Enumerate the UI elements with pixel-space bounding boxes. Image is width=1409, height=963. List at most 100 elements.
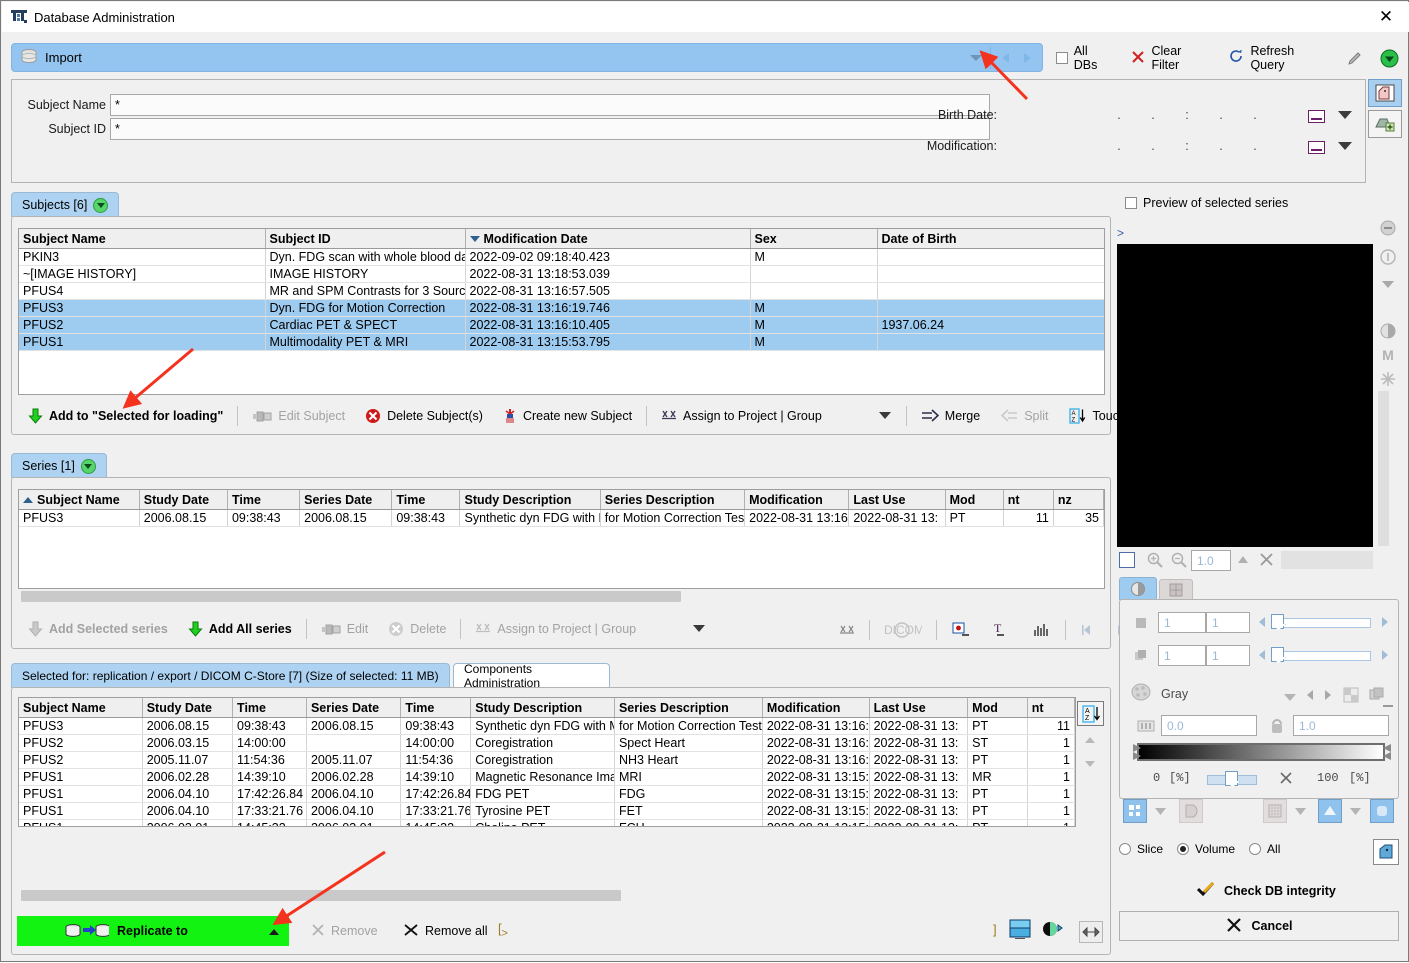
column-header[interactable]: Mod <box>945 490 1004 510</box>
table-row[interactable]: PFUS3 2006.08.15 09:38:43 2006.08.15 09:38:4… <box>19 509 1104 527</box>
preview-selected-series-checkbox[interactable]: Preview of selected series <box>1116 191 1297 215</box>
scroll-up-icon[interactable] <box>1083 734 1097 749</box>
column-header[interactable]: Time <box>227 490 301 510</box>
birth-date-picker-icon[interactable] <box>1308 110 1325 123</box>
info-icon[interactable] <box>1378 247 1398 267</box>
column-header[interactable]: Last Use <box>869 698 969 718</box>
measure-button[interactable] <box>1318 799 1342 823</box>
table-row[interactable]: ~[IMAGE HISTORY] IMAGE HISTORY 2022-08-31 … <box>19 265 1104 283</box>
column-header[interactable]: Series Description <box>600 490 746 510</box>
column-header[interactable]: Study Description <box>470 698 615 718</box>
all-dbs-checkbox[interactable]: All DBs <box>1047 44 1122 72</box>
selected-table[interactable]: Subject Name Study Date Time Series Date Tim… <box>18 697 1076 827</box>
column-header[interactable]: Date of Birth <box>877 229 1104 249</box>
column-header[interactable]: Study Date <box>139 490 228 510</box>
radio-slice[interactable] <box>1119 843 1131 855</box>
import-collapse-icon[interactable] <box>965 46 987 70</box>
remove-all-button[interactable]: Remove all <box>393 918 498 944</box>
merge-button[interactable]: Merge <box>911 403 990 429</box>
volume-next-icon[interactable] <box>1380 649 1390 664</box>
column-header[interactable]: nz <box>1053 490 1104 510</box>
delete-subject-s-button[interactable]: Delete Subject(s) <box>355 403 493 429</box>
column-header[interactable]: Last Use <box>848 490 946 510</box>
radio-all[interactable] <box>1249 843 1262 855</box>
column-header[interactable]: Modification <box>762 698 870 718</box>
grid-layout-button[interactable] <box>1123 799 1147 823</box>
column-header[interactable]: Series Date <box>306 698 402 718</box>
window-level-icon[interactable] <box>941 617 981 643</box>
zoom-up-icon[interactable] <box>1236 554 1250 568</box>
table-row[interactable]: PFUS1 Multimodality PET & MRI 2022-08-31 1… <box>19 333 1104 351</box>
tab-selected-for[interactable]: Selected for: replication / export / DIC… <box>11 663 450 688</box>
contrast-rail-icon[interactable] <box>1378 321 1398 341</box>
column-header[interactable]: Mod <box>967 698 1028 718</box>
table-row[interactable]: PFUS12006.03.0114:45:322006.03.0114:45:3… <box>19 819 1075 826</box>
add-to-selected-for-loading-button[interactable]: Add to "Selected for loading" <box>18 403 233 429</box>
lock-icon[interactable] <box>1269 717 1285 738</box>
zoom-in-icon[interactable] <box>1147 552 1163 571</box>
subject-id-input[interactable]: * <box>110 118 990 140</box>
create-new-subject-button[interactable]: Create new Subject <box>493 403 642 429</box>
selected-hscrollbar[interactable] <box>19 890 1077 901</box>
preview-select-checkbox[interactable] <box>1119 552 1135 568</box>
assign-dropdown-icon[interactable] <box>692 622 706 636</box>
tab-series[interactable]: Series [1] <box>11 453 107 478</box>
preview-expand-icon[interactable]: > <box>1117 226 1124 240</box>
measure-dropdown-icon[interactable] <box>1349 805 1362 819</box>
grid-layout-dropdown-icon[interactable] <box>1154 805 1167 819</box>
fit-width-icon[interactable] <box>1079 921 1103 943</box>
column-header[interactable]: Series Description <box>614 698 763 718</box>
series-hscrollbar[interactable] <box>19 591 1104 602</box>
assign-to-project-group-button[interactable]: Assign to Project | Group <box>651 403 902 429</box>
scroll-down-icon[interactable] <box>1083 758 1097 773</box>
tab-subjects[interactable]: Subjects [6] <box>11 192 120 217</box>
tab-layout-controls[interactable] <box>1159 579 1193 600</box>
histogram-icon[interactable] <box>1021 617 1061 643</box>
refresh-query-button[interactable]: Refresh Query <box>1219 44 1338 72</box>
range-slider-knob[interactable] <box>1225 771 1238 786</box>
column-header[interactable]: Time <box>391 490 461 510</box>
bracket-close-icon[interactable]: ] <box>993 922 997 937</box>
colorbar-left-handle[interactable] <box>1132 743 1142 764</box>
column-header[interactable]: nt <box>1003 490 1054 510</box>
import-bar[interactable]: Import <box>11 43 1043 72</box>
tab-image-controls[interactable] <box>1119 577 1157 600</box>
column-header[interactable]: Series Date <box>299 490 393 510</box>
column-header[interactable]: Subject Name <box>19 490 140 510</box>
colorbar[interactable] <box>1137 743 1385 761</box>
face-tool-button[interactable] <box>1368 79 1402 107</box>
slice-slider-knob[interactable] <box>1271 614 1284 629</box>
column-header[interactable]: Time <box>400 698 472 718</box>
grid-overlay-button[interactable] <box>1263 799 1287 823</box>
colortable-copy-icon[interactable] <box>1369 687 1385 706</box>
mirror-icon[interactable]: M <box>1378 345 1398 365</box>
text-annotation-icon[interactable]: T <box>981 617 1021 643</box>
column-header[interactable]: Modification Date <box>465 229 751 249</box>
column-header[interactable]: Subject ID <box>265 229 466 249</box>
table-row[interactable]: PFUS2 2005.11.07 11:54:36 2005.11.07 11:54:3… <box>19 751 1075 769</box>
table-row[interactable]: PKIN3 Dyn. FDG scan with whole blood dat 2… <box>19 248 1104 266</box>
slice-next-icon[interactable] <box>1380 616 1390 631</box>
volume-index-input[interactable]: 1 <box>1158 645 1206 666</box>
slice-prev-icon[interactable] <box>1257 616 1267 631</box>
modification-date-dropdown-icon[interactable] <box>1338 142 1352 150</box>
column-header[interactable]: Time <box>232 698 307 718</box>
table-row[interactable]: PFUS2 2006.03.15 14:00:00 14:00:00 Coregistr… <box>19 734 1075 752</box>
bracket-icon[interactable]: [> <box>498 921 508 940</box>
column-header[interactable]: Subject Name <box>19 698 143 718</box>
colortable-prev-icon[interactable] <box>1305 689 1315 704</box>
check-db-integrity-button[interactable]: Check DB integrity <box>1196 881 1336 900</box>
subject-name-input[interactable]: * <box>110 94 990 116</box>
add-component-button[interactable] <box>1368 110 1402 138</box>
replicate-to-button[interactable]: Replicate to <box>17 916 289 946</box>
table-row[interactable]: PFUS1 2006.04.10 17:42:26.84 2006.04.10 17:4… <box>19 785 1075 803</box>
grid-overlay-dropdown-icon[interactable] <box>1294 805 1307 819</box>
import-prev-icon[interactable] <box>994 46 1016 70</box>
slice-index-input[interactable]: 1 <box>1158 612 1206 633</box>
zoom-out-icon[interactable] <box>1171 552 1187 571</box>
replicate-expand-icon[interactable] <box>267 926 281 940</box>
volume-total-input[interactable]: 1 <box>1206 645 1250 666</box>
column-header[interactable]: Subject Name <box>19 229 266 249</box>
table-row[interactable]: PFUS3 2006.08.15 09:38:43 2006.08.15 09:38:4… <box>19 717 1075 735</box>
colorbar-right-handle[interactable] <box>1382 743 1392 764</box>
